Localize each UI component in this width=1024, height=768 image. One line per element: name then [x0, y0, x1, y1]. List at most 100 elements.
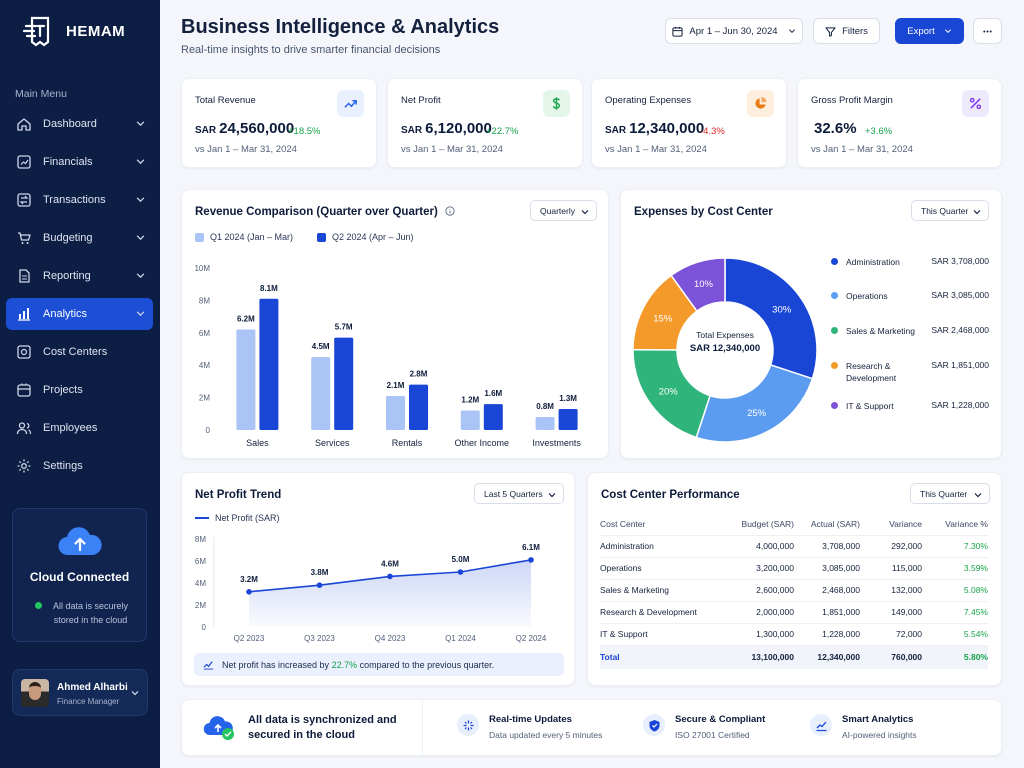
table-row[interactable]: Sales & Marketing 2,600,000 2,468,000 132,0…: [600, 578, 988, 601]
pie-icon: [747, 90, 774, 117]
transactions-icon: [17, 193, 31, 207]
kpi-card-total-revenue[interactable]: Total Revenue SAR 24,560,000 +18.5% vs Jan 1…: [181, 78, 377, 168]
sidebar-item-projects[interactable]: Projects: [6, 374, 153, 406]
sidebar: HEMAM Main Menu Dashboard Financials Trans…: [0, 0, 160, 768]
table-total-cell: 760,000: [859, 644, 923, 669]
more-options-button[interactable]: [973, 18, 1002, 44]
kpi-card-gross-profit-margin[interactable]: Gross Profit Margin 32.6% +3.6% vs Jan 1 – …: [797, 78, 1002, 168]
y-tick-label: 10M: [194, 264, 210, 273]
x-tick-label: Q1 2024: [445, 634, 476, 643]
brand-logo[interactable]: HEMAM: [22, 14, 125, 48]
more-dots-icon: [983, 29, 992, 33]
bar-value-label: 2.8M: [410, 370, 428, 379]
x-tick-label: Q3 2023: [304, 634, 335, 643]
kpi-delta: -4.3%: [700, 126, 725, 137]
table-cell: 5.08%: [922, 578, 988, 601]
sidebar-item-label: Reporting: [43, 270, 91, 282]
sidebar-item-financials[interactable]: Financials: [6, 146, 153, 178]
bar-services-s1: [311, 357, 331, 430]
user-profile[interactable]: Ahmed Alharbi Finance Manager: [12, 669, 148, 716]
bar-rentals-s1: [386, 395, 405, 430]
y-tick-label: 0: [202, 623, 207, 632]
revenue-period-value: Quarterly: [540, 205, 575, 216]
cloud-sync-icon: [203, 716, 234, 740]
kpi-label: Total Revenue: [195, 95, 256, 106]
footer-feature-real-time-updates: Real-time Updates Data updated every 5 mi…: [457, 714, 602, 740]
feature-title: Secure & Compliant: [675, 714, 766, 725]
table-row[interactable]: Operations 3,200,000 3,085,000 115,000 3.59%: [600, 556, 988, 579]
chevron-down-icon: [136, 197, 145, 203]
date-range-picker[interactable]: Apr 1 – Jun 30, 2024: [665, 18, 803, 44]
column-header[interactable]: Variance: [860, 513, 922, 535]
cost-centers-icon: [17, 345, 31, 359]
table-row[interactable]: IT & Support 1,300,000 1,228,000 72,000 5.54…: [600, 622, 988, 645]
legend-name: Operations: [846, 291, 888, 301]
profit-insight-text: Net profit has increased by 22.7% compar…: [222, 660, 494, 670]
x-tick-label: Q2 2024: [516, 634, 547, 643]
sidebar-item-analytics[interactable]: Analytics: [6, 298, 153, 330]
chevron-down-icon: [136, 235, 145, 241]
column-header[interactable]: Variance %: [922, 513, 988, 535]
kpi-card-net-profit[interactable]: Net Profit SAR 6,120,000 +22.7% vs Jan 1 – M…: [387, 78, 583, 168]
sidebar-item-settings[interactable]: Settings: [6, 450, 153, 482]
menu-title: Main Menu: [15, 88, 67, 100]
sidebar-item-label: Employees: [43, 422, 98, 434]
x-tick-label: Q2 2023: [234, 634, 265, 643]
table-row[interactable]: Administration 4,000,000 3,708,000 292,000 7…: [600, 534, 988, 557]
sidebar-item-reporting[interactable]: Reporting: [6, 260, 153, 292]
filters-button[interactable]: Filters: [813, 18, 880, 44]
sidebar-item-label: Dashboard: [43, 118, 97, 130]
sidebar-item-budgeting[interactable]: Budgeting: [6, 222, 153, 254]
table-cell: 3,708,000: [793, 534, 860, 557]
bar-other-income-s2: [483, 404, 503, 430]
legend-q2: Q2 2024 (Apr – Jun): [317, 232, 414, 242]
kpi-label: Net Profit: [401, 95, 441, 106]
kpi-delta: +22.7%: [486, 126, 519, 137]
export-button[interactable]: Export: [895, 18, 964, 44]
x-category-label: Rentals: [392, 438, 423, 448]
column-header[interactable]: Budget (SAR): [732, 513, 794, 535]
legend-q1: Q1 2024 (Jan – Mar): [195, 232, 293, 242]
kpi-card-operating-expenses[interactable]: Operating Expenses SAR 12,340,000 -4.3% vs J…: [591, 78, 787, 168]
legend-swatch-q2: [317, 232, 326, 242]
y-tick-label: 8M: [195, 535, 206, 544]
table-row[interactable]: Research & Development 2,000,000 1,851,000…: [600, 600, 988, 623]
legend-amount: SAR 2,468,000: [931, 325, 989, 335]
info-icon[interactable]: [445, 206, 455, 216]
status-dot-icon: [35, 602, 42, 609]
table-cell: 7.45%: [922, 600, 988, 623]
sidebar-item-transactions[interactable]: Transactions: [6, 184, 153, 216]
legend-dot: [831, 362, 838, 369]
sidebar-item-cost-centers[interactable]: Cost Centers: [6, 336, 153, 368]
table-header-row: Cost Center Budget (SAR) Actual (SAR) Varia…: [600, 513, 988, 535]
revenue-period-select[interactable]: Quarterly: [530, 200, 597, 221]
table-total-cell: Total: [600, 644, 732, 669]
kpi-comparison: vs Jan 1 – Mar 31, 2024: [605, 144, 707, 155]
performance-period-select[interactable]: This Quarter: [910, 483, 990, 504]
sync-footer: All data is synchronized and secured in …: [181, 699, 1002, 757]
sync-main-text: All data is synchronized and secured in …: [248, 714, 397, 741]
donut-slice-administration: [724, 257, 818, 380]
slice-percent-label: 30%: [772, 304, 792, 315]
legend-amount: SAR 1,228,000: [931, 400, 989, 410]
kpi-comparison: vs Jan 1 – Mar 31, 2024: [195, 144, 297, 155]
cloud-upload-icon: [58, 527, 102, 556]
budgeting-icon: [18, 232, 31, 244]
footer-feature-secure-compliant: Secure & Compliant ISO 27001 Certified: [643, 714, 765, 740]
expenses-period-select[interactable]: This Quarter: [911, 200, 989, 221]
chevron-down-icon: [973, 210, 981, 215]
table-cell: Operations: [600, 556, 732, 579]
table-cell: 132,000: [859, 578, 923, 601]
column-header[interactable]: Cost Center: [600, 513, 732, 535]
y-tick-label: 4M: [199, 361, 210, 370]
legend-amount: SAR 3,708,000: [931, 256, 989, 266]
sidebar-item-dashboard[interactable]: Dashboard: [6, 108, 153, 140]
column-header[interactable]: Actual (SAR): [794, 513, 860, 535]
date-range-label: Apr 1 – Jun 30, 2024: [689, 25, 778, 37]
sidebar-item-employees[interactable]: Employees: [6, 412, 153, 444]
table-total-cell: 13,100,000: [731, 644, 794, 669]
point-value-label: 3.2M: [240, 575, 258, 584]
sparkle-icon: [457, 714, 479, 736]
profit-period-select[interactable]: Last 5 Quarters: [474, 483, 564, 504]
bar-rentals-s2: [409, 384, 428, 430]
